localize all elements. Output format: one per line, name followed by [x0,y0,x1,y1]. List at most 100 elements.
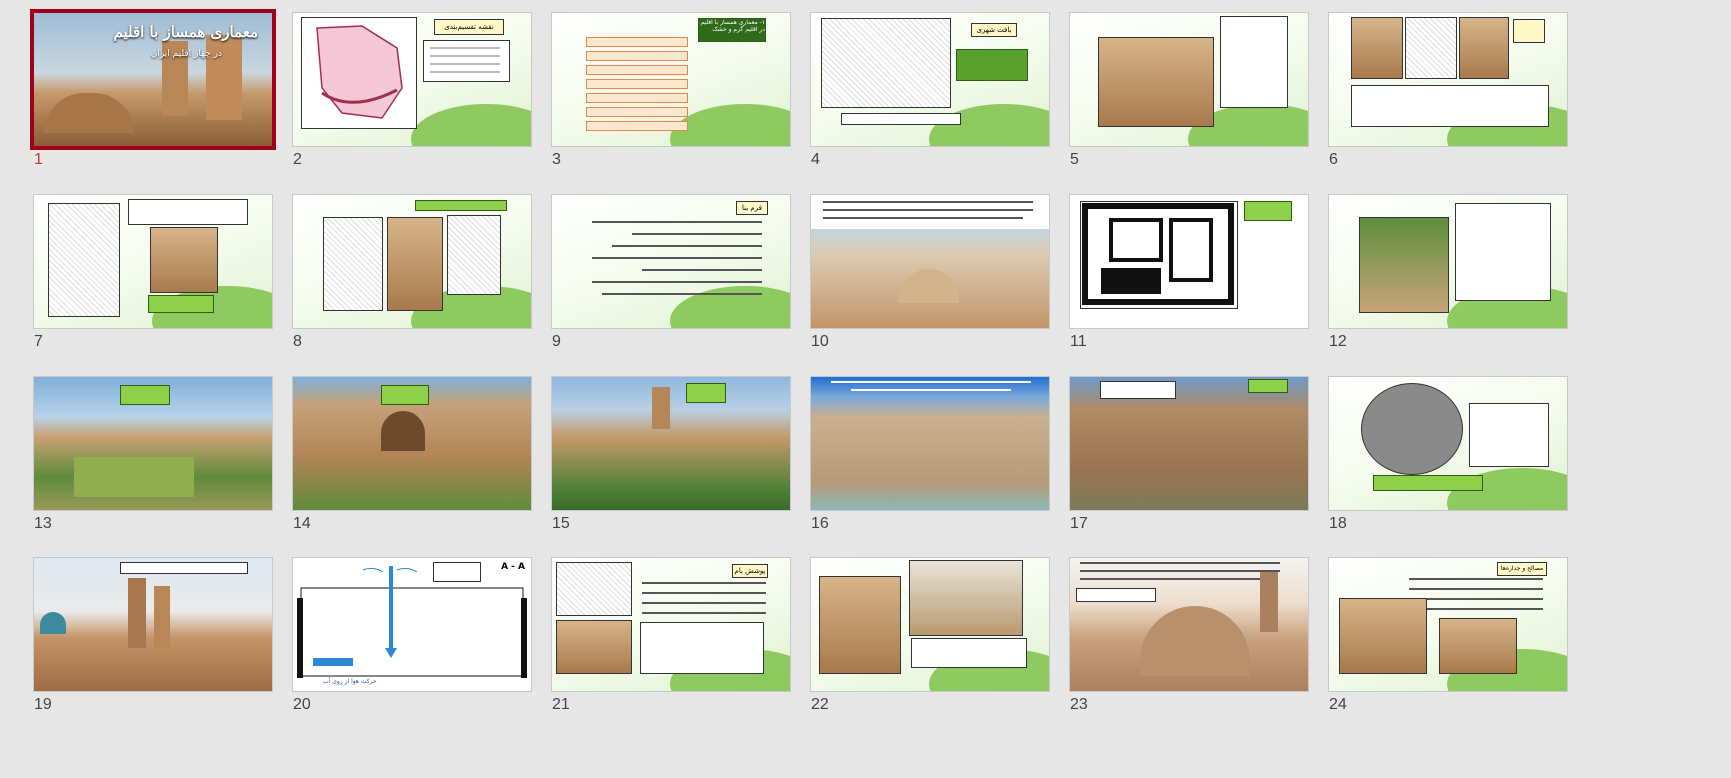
decorative-wave [670,104,790,146]
text-box [1100,381,1176,399]
arch-photo [1351,17,1403,79]
slide-number: 21 [552,696,570,713]
slide-number: 20 [293,696,311,713]
windcatcher-diagram [1361,383,1463,475]
slide-number: 2 [293,151,302,168]
slide-15-preview[interactable] [551,376,791,511]
slide-20-preview[interactable]: A - A حرکت هوا از روی آب [292,557,532,692]
section-label: A - A [501,562,525,572]
slide-23-preview[interactable] [1069,557,1309,692]
green-callout [1373,475,1483,491]
slide-number: 23 [1070,696,1088,713]
slide-number: 9 [552,333,561,350]
alley-photo [387,217,443,311]
slide-number: 7 [34,333,43,350]
slide-number: 16 [811,515,829,532]
arch-sketch [1405,17,1457,79]
slide-number: 18 [1329,515,1347,532]
slide-21-preview[interactable]: پوشش بام [551,557,791,692]
slide-number: 17 [1070,515,1088,532]
iran-map-image [301,17,417,129]
house-plan-drawing [1080,201,1238,309]
green-label [120,385,170,405]
slide-10-preview[interactable] [810,194,1050,329]
alley-photo [150,227,218,293]
text-box [120,562,248,574]
slide-1-preview[interactable]: معماری همساز با اقلیم در چهار اقلیم ایرا… [30,9,276,150]
slide-number: 11 [1070,333,1087,350]
map-legend [423,40,510,82]
isometric-sketch [323,217,383,311]
slide-4-preview[interactable]: بافت شهری [810,12,1050,147]
slide-17-preview[interactable] [1069,376,1309,511]
slide-number: 5 [1070,151,1079,168]
pool [74,457,194,497]
slide-number: 24 [1329,696,1347,713]
slide-1-title: معماری همساز با اقلیم [113,23,259,41]
green-callout [956,49,1028,81]
blue-dome [40,612,66,634]
slide-6-preview[interactable] [1328,12,1568,147]
green-label [381,385,429,405]
slide-number: 13 [34,515,52,532]
slide-7-preview[interactable] [33,194,273,329]
slide-number: 6 [1329,151,1338,168]
slide-13-preview[interactable] [33,376,273,511]
windcatcher [1260,572,1278,632]
rooftops-photo [1098,37,1214,127]
slide-14-preview[interactable] [292,376,532,511]
village-photo [909,560,1023,636]
city-photo [811,229,1049,328]
slide-16-preview[interactable] [810,376,1050,511]
slide-24-preview[interactable]: مصالح و جداره‌ها [1328,557,1568,692]
slide-12-preview[interactable] [1328,194,1568,329]
slide-number: 4 [811,151,820,168]
text-box [911,638,1027,668]
domes-photo [556,620,632,674]
slide-number: 12 [1329,333,1347,350]
windcatcher [652,387,670,429]
slide-2-title: نقشه تقسیم‌بندی اقلیمی ایران [434,19,504,35]
slide-number: 19 [34,696,52,713]
dome-section-drawing [640,622,764,674]
slide-11-preview[interactable] [1069,194,1309,329]
slide-9-preview[interactable]: فرم بنا [551,194,791,329]
slide-number: 15 [552,515,570,532]
slide-22-preview[interactable] [810,557,1050,692]
section-sketch [447,215,501,295]
slide-number: 10 [811,333,829,350]
text-box [1455,203,1551,301]
slide-18-preview[interactable] [1328,376,1568,511]
city-fabric-sketch [821,18,951,108]
green-label [1244,201,1292,221]
slide-2-preview[interactable]: نقشه تقسیم‌بندی اقلیمی ایران [292,12,532,147]
dome [1140,606,1250,676]
stair-photo [1339,598,1427,674]
vault-sketch [556,562,632,616]
slide-19-preview[interactable] [33,557,273,692]
slide-4-title: بافت شهری [971,23,1017,37]
alley-photo [1459,17,1509,79]
slide-1-subtitle: در چهار اقلیم ایران [150,49,222,59]
windcatcher [154,586,170,648]
slide-5-preview[interactable] [1069,12,1309,147]
domes-photo [819,576,901,674]
text-box [128,199,248,225]
green-title [415,200,507,211]
caption-box [841,113,961,125]
green-callout [148,295,214,313]
dome-roof [44,93,134,133]
decorative-wave [929,104,1049,146]
slide-3-preview[interactable]: ۱- معماری همساز با اقلیم در اقلیم گرم و … [551,12,791,147]
slide-9-title: فرم بنا [736,201,768,215]
slide-8-preview[interactable] [292,194,532,329]
text-box [1220,16,1288,108]
slide-24-title: مصالح و جداره‌ها [1497,562,1547,576]
slide-3-title: ۱- معماری همساز با اقلیم در اقلیم گرم و … [698,18,766,42]
slide-number: 3 [552,151,561,168]
bullet-box [1351,85,1549,127]
text-box [1469,403,1549,467]
airflow-caption: حرکت هوا از روی آب [323,678,377,685]
windcatcher [128,578,146,648]
text-box [1076,588,1156,602]
